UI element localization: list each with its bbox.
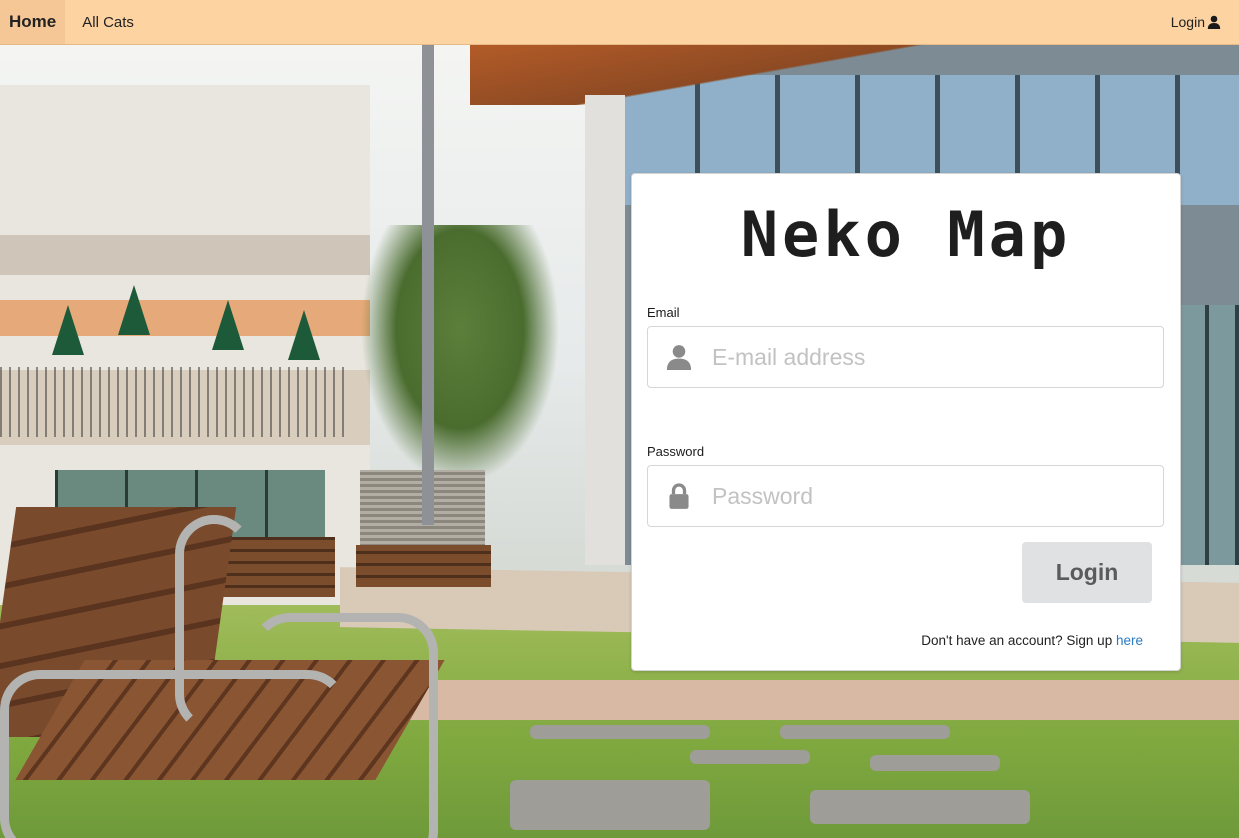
password-field[interactable] xyxy=(647,465,1164,527)
walkway-front xyxy=(400,680,1239,720)
light-pole xyxy=(422,45,434,525)
user-icon xyxy=(1207,15,1221,29)
trees xyxy=(360,225,560,485)
signup-text: Don't have an account? Sign up xyxy=(921,633,1113,648)
top-navbar: Home All Cats Login xyxy=(0,0,1239,45)
login-card: Neko Map Email Password Login Don't have… xyxy=(631,173,1181,671)
login-button[interactable]: Login xyxy=(1022,542,1152,603)
nav-login[interactable]: Login xyxy=(1162,0,1239,44)
pillar xyxy=(585,95,625,565)
nav-login-label: Login xyxy=(1170,14,1205,30)
password-input[interactable] xyxy=(712,482,1132,510)
bench xyxy=(356,545,491,587)
user-icon xyxy=(648,344,710,370)
password-label: Password xyxy=(647,444,705,459)
lock-icon xyxy=(648,483,710,509)
nav-all-cats[interactable]: All Cats xyxy=(65,0,143,44)
nav-home[interactable]: Home xyxy=(0,0,66,44)
signup-prompt: Don't have an account? Sign up here xyxy=(921,633,1143,648)
email-label: Email xyxy=(647,305,680,320)
email-field[interactable] xyxy=(647,326,1164,388)
email-input[interactable] xyxy=(712,343,1132,371)
app-logo: Neko Map xyxy=(740,198,1072,271)
signup-link[interactable]: here xyxy=(1116,633,1143,648)
